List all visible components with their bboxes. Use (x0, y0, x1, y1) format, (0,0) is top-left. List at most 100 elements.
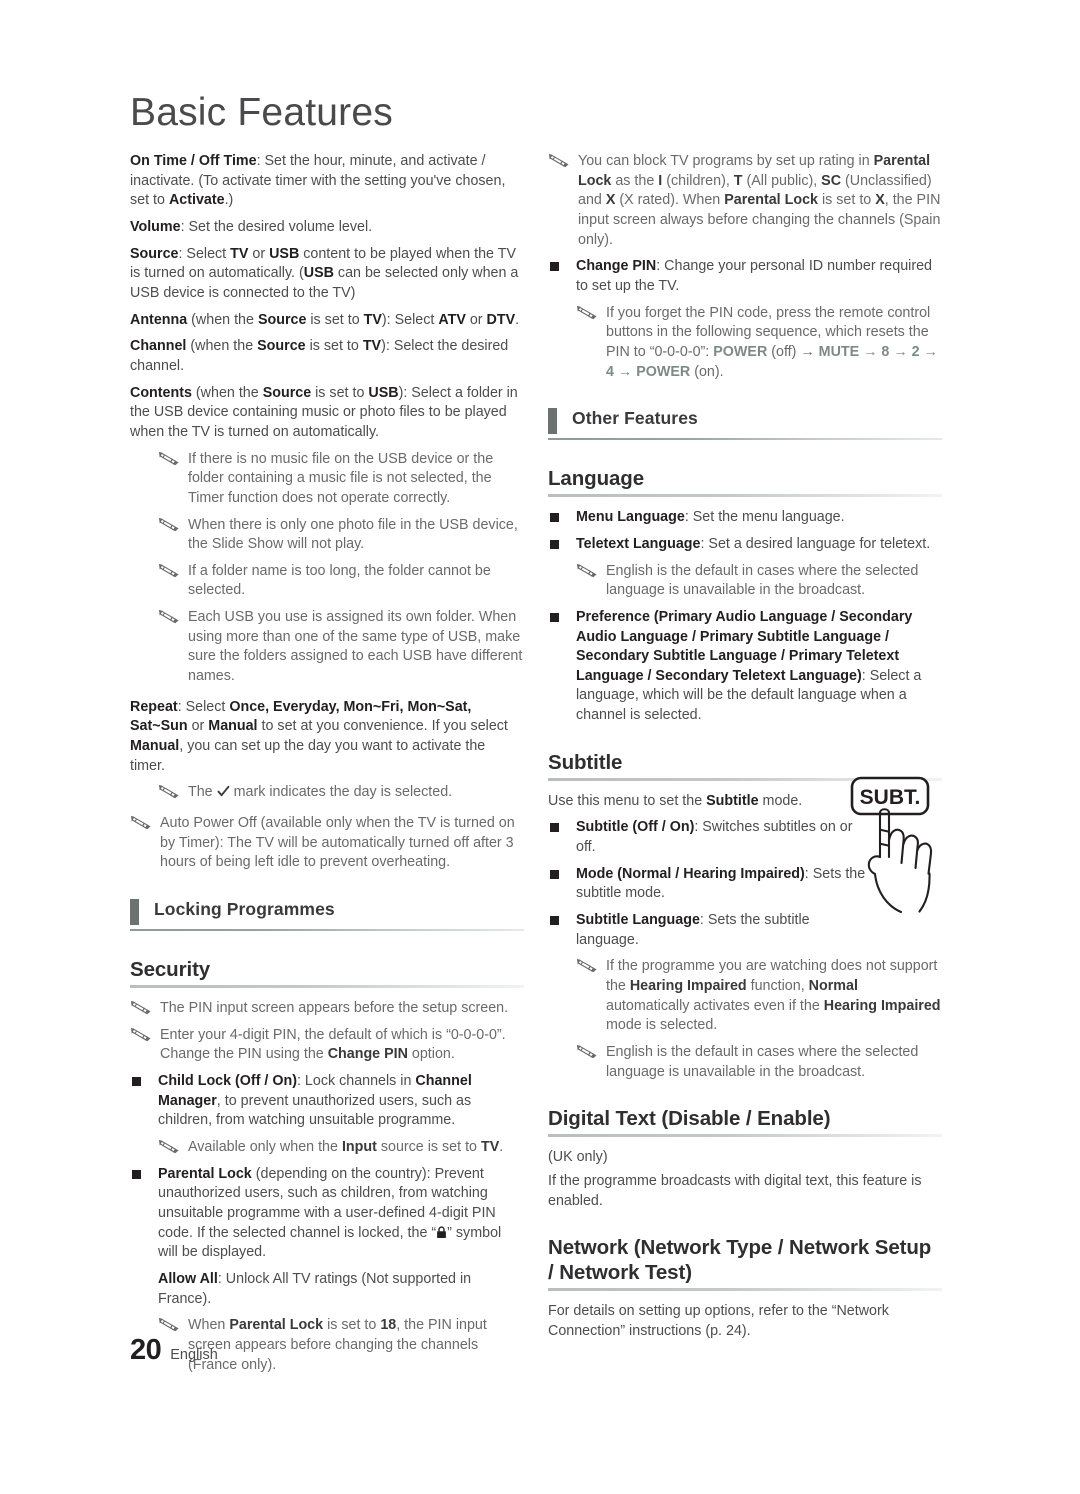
section-title: Other Features (572, 408, 698, 429)
t: When (188, 1317, 230, 1334)
setting-label: Antenna (130, 311, 188, 328)
bullet-label: Subtitle (Off / On) (576, 819, 695, 836)
t: (when the (191, 384, 263, 401)
square-bullet-icon (550, 823, 559, 833)
note-item: If the programme you are watching does n… (576, 957, 942, 1036)
t: Manual (130, 738, 180, 755)
network-description: For details on setting up options, refer… (548, 1303, 889, 1339)
pencil-note-icon (548, 153, 570, 169)
t: mode. (758, 792, 803, 809)
manual-page: Basic Features On Time / Off Time: Set t… (0, 0, 1080, 1494)
bullet-label: Subtitle Language (576, 912, 700, 929)
note-text: If a folder name is too long, the folder… (188, 562, 491, 599)
t: Subtitle (706, 792, 759, 809)
bullet-child-lock: Child Lock (Off / On): Lock channels in … (130, 1072, 524, 1131)
pencil-note-icon (158, 563, 180, 579)
heading-underline (548, 494, 942, 498)
heading-text: Security (130, 958, 211, 981)
note-text: When there is only one photo file in the… (188, 516, 518, 553)
subt-remote-illustration: SUBT. (836, 772, 956, 927)
note-text: Each USB you use is assigned its own fol… (188, 609, 523, 685)
t: T (733, 172, 743, 189)
heading-text: Network (Network Type / Network Setup / … (548, 1236, 932, 1285)
t: Source (257, 338, 306, 355)
bullet-label: Menu Language (576, 509, 685, 526)
remote-key-power: POWER (713, 343, 768, 360)
right-column: You can block TV programs by set up rati… (548, 152, 942, 1349)
section-rule (130, 929, 524, 931)
t: Change PIN (327, 1046, 408, 1063)
remote-key-mute: MUTE (818, 343, 860, 360)
t: is set to (818, 192, 876, 209)
bullet-text: : Set the menu language. (684, 509, 845, 526)
t: automatically activates even if the (606, 997, 824, 1014)
setting-tail: .) (224, 192, 234, 209)
note-item: Available only when the Input source is … (158, 1138, 524, 1158)
square-bullet-icon (550, 612, 559, 622)
pointing-hand-icon (867, 808, 933, 914)
t: mark indicates the day is selected. (229, 784, 453, 801)
t: DTV (486, 311, 516, 328)
pencil-note-icon (130, 1000, 152, 1016)
digital-text-region: (UK only) (548, 1149, 608, 1166)
t: . (499, 1138, 504, 1155)
square-bullet-icon (132, 1076, 141, 1086)
note-text: If there is no music file on the USB dev… (188, 450, 494, 506)
pencil-note-icon (158, 609, 180, 625)
t: Parental Lock (724, 192, 818, 209)
t: option. (407, 1046, 455, 1063)
note-item: If a folder name is too long, the folder… (158, 562, 524, 601)
setting-source: Source: Select TV or USB content to be p… (130, 245, 524, 304)
t: : Select (178, 245, 231, 262)
note-item: The PIN input screen appears before the … (130, 999, 524, 1019)
t: Hearing Impaired (823, 997, 941, 1014)
heading-text: Digital Text (Disable / Enable) (548, 1107, 831, 1131)
pencil-note-icon (130, 815, 152, 831)
bullet-label: Mode (Normal / Hearing Impaired) (576, 865, 805, 882)
t: Input (341, 1138, 377, 1155)
t: (children), (662, 172, 734, 189)
page-language: English (170, 1347, 218, 1363)
section-header-locking-programmes: Locking Programmes (130, 899, 524, 931)
page-title: Basic Features (130, 91, 393, 134)
t: (when the (186, 338, 258, 355)
t: Manual (208, 718, 258, 735)
t: The (188, 784, 217, 801)
setting-label: On Time / Off Time (130, 153, 257, 169)
t: (on). (690, 363, 724, 380)
setting-allow-all: Allow All: Unlock All TV ratings (Not su… (130, 1270, 524, 1309)
t: USB (368, 384, 399, 401)
t: (X rated). When (615, 192, 725, 209)
note-item: English is the default in cases where th… (576, 1043, 942, 1082)
t: or (187, 718, 209, 735)
t: Source (262, 384, 312, 401)
t: is set to (305, 338, 363, 355)
note-item-pin-reset: If you forget the PIN code, press the re… (576, 304, 942, 383)
setting-label: Channel (130, 338, 187, 355)
setting-bold-tail: Activate (168, 192, 225, 209)
bullet-parental-lock: Parental Lock (depending on the country)… (130, 1165, 524, 1263)
bullet-label: Teletext Language (576, 535, 701, 552)
t: Use this menu to set the (548, 792, 707, 809)
note-item: Enter your 4-digit PIN, the default of w… (130, 1026, 524, 1065)
note-item: English is the default in cases where th… (576, 562, 942, 601)
t: Available only when the (188, 1138, 342, 1155)
pencil-note-icon (158, 1317, 180, 1333)
note-item: Each USB you use is assigned its own fol… (158, 608, 524, 687)
setting-on-off-time: On Time / Off Time: Set the hour, minute… (130, 152, 524, 211)
square-bullet-icon (550, 869, 559, 879)
t: is set to (323, 1317, 381, 1334)
section-rule (548, 438, 942, 441)
setting-label: Volume (130, 218, 181, 235)
t: or (248, 245, 270, 262)
square-bullet-icon (550, 262, 559, 272)
setting-antenna: Antenna (when the Source is set to TV): … (130, 311, 524, 331)
t: SC (821, 172, 842, 189)
bullet-menu-language: Menu Language: Set the menu language. (548, 508, 942, 528)
t: TV (480, 1138, 500, 1155)
heading-digital-text: Digital Text (Disable / Enable) (548, 1106, 942, 1138)
bullet-label: Change PIN (576, 258, 657, 275)
page-number: 20 (130, 1334, 162, 1366)
padlock-icon (436, 1225, 447, 1239)
heading-text: Language (548, 467, 645, 491)
